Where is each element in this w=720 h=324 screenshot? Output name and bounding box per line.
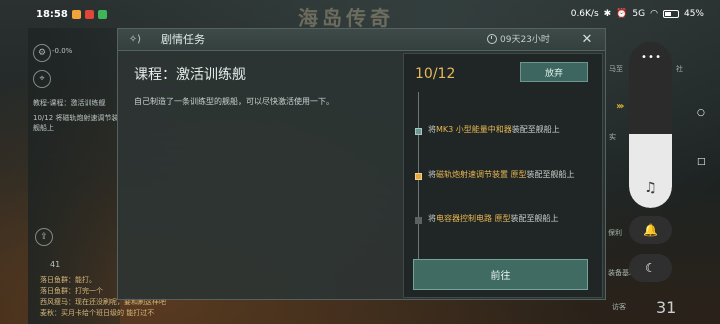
bg-task-line[interactable]: 舰船上 (33, 123, 54, 133)
task-progress: 10/12 (415, 66, 456, 82)
bg-right-label[interactable]: 保利 (608, 228, 622, 238)
task-step: 将磁轨炮射速调节装置 原型装配至舰船上 (428, 170, 575, 179)
chat-line: 麦秋：买月卡给个班日级的 能打过不 (40, 309, 155, 317)
go-button[interactable]: 前往 (413, 259, 588, 290)
music-note-icon: ♫ (644, 180, 657, 196)
task-step: 将MK3 小型能量中和器装配至舰船上 (428, 125, 560, 134)
dialog-timer: 09天23小时 (487, 32, 550, 45)
gear-icon[interactable]: ⚙ (33, 44, 51, 62)
bg-right-label: 社 (676, 65, 683, 73)
step-todo-marker (415, 217, 422, 224)
network-speed: 0.6K/s (570, 9, 599, 19)
status-time: 18:58 (36, 8, 68, 20)
clock-icon (487, 33, 497, 44)
course-title: 课程：激活训练舰 (134, 67, 246, 83)
step-active-marker (415, 173, 422, 180)
signal-icon: 5G (632, 9, 646, 19)
app-notification-icon (97, 9, 107, 19)
bg-task-line[interactable]: 10/12 将磁轨炮射速调节装 (33, 113, 118, 123)
bell-icon[interactable]: 🔔 (629, 216, 672, 244)
volume-level-fill[interactable]: ♫ (629, 134, 672, 208)
chevron-arrows-icon: ››› (616, 101, 625, 112)
status-bar: 18:58 0.6K/s ✱ ⏰ 5G ◠ 45% (0, 0, 720, 28)
wifi-icon: ◠ (650, 9, 658, 19)
dialog-header: ✧⟩ 剧情任务 09天23小时 ✕ (118, 29, 605, 51)
volume-control[interactable]: • • • ♫ (629, 42, 672, 208)
map-pin-icon[interactable]: ⌖ (33, 70, 51, 88)
abandon-button[interactable]: 放弃 (520, 62, 588, 82)
bluetooth-icon: ✱ (603, 9, 612, 19)
story-task-dialog: ✧⟩ 剧情任务 09天23小时 ✕ 课程：激活训练舰 自己制造了一条训练型的舰船… (117, 28, 606, 300)
chat-line: 落日鱼群：打完一个 (40, 287, 103, 295)
chat-count: 41 (50, 260, 61, 269)
app-notification-icon (71, 9, 81, 19)
task-step: 将电容器控制电路 原型装配至舰船上 (428, 214, 559, 223)
moon-icon[interactable]: ☾ (629, 254, 672, 282)
recents-nav-icon[interactable]: □ (697, 157, 706, 167)
battery-icon (662, 10, 679, 18)
app-notification-icon (84, 9, 94, 19)
bg-right-label: 实 (609, 133, 616, 141)
more-options-icon[interactable]: • • • (629, 52, 672, 63)
upload-icon[interactable]: ⇪ (35, 228, 53, 246)
chat-line: 落日鱼群：能打。 (40, 276, 96, 284)
bg-right-label: 马至 (609, 65, 623, 73)
bg-right-label[interactable]: 访客 (612, 302, 626, 312)
dialog-title: 剧情任务 (161, 33, 205, 46)
ship-emblem-icon: ✧⟩ (128, 33, 142, 45)
bg-task-line[interactable]: 教程-课程：激活训练舰 (33, 98, 106, 108)
home-nav-icon[interactable]: ○ (697, 108, 705, 118)
bg-counter: 31 (656, 298, 677, 317)
step-done-marker (415, 128, 422, 135)
battery-percent: 45% (683, 9, 704, 19)
bg-percent: -0.0% (52, 47, 73, 55)
close-icon[interactable]: ✕ (578, 30, 596, 48)
task-steps-panel[interactable]: 10/12 放弃 将MK3 小型能量中和器装配至舰船上 将磁轨炮射速调节装置 原… (403, 53, 603, 298)
alarm-icon: ⏰ (616, 9, 628, 19)
course-description: 自己制造了一条训练型的舰船，可以尽快激活使用一下。 (134, 97, 334, 106)
timer-text: 09天23小时 (500, 35, 550, 45)
